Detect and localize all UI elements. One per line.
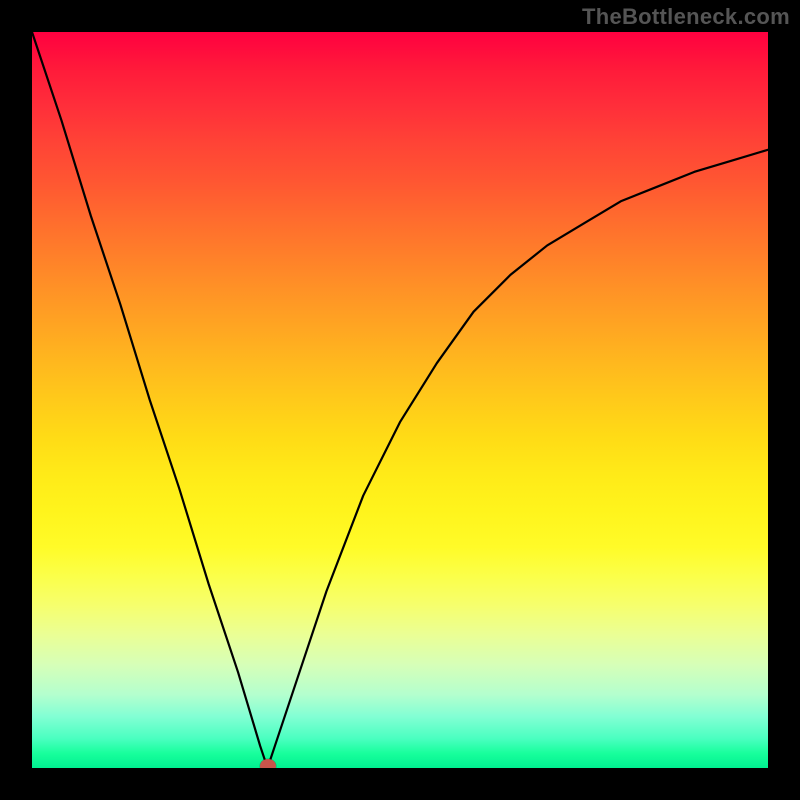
curve-path bbox=[32, 32, 768, 768]
minimum-marker bbox=[260, 759, 276, 768]
chart-frame: TheBottleneck.com bbox=[0, 0, 800, 800]
bottleneck-curve bbox=[32, 32, 768, 768]
plot-area bbox=[32, 32, 768, 768]
watermark-label: TheBottleneck.com bbox=[582, 4, 790, 30]
